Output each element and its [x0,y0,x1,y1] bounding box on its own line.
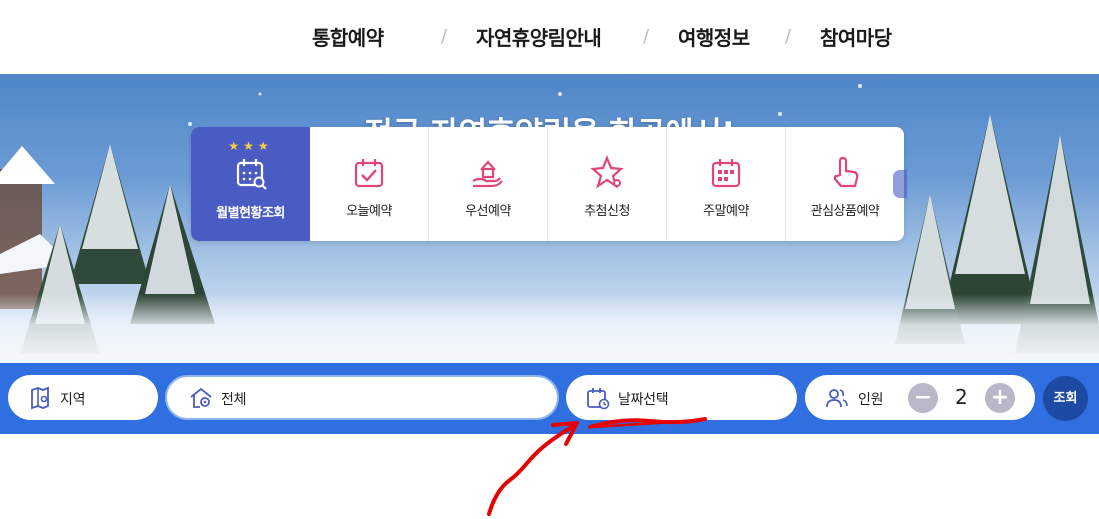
region-filter[interactable]: 지역 [8,375,158,420]
hand-house-icon [472,160,503,188]
menu-label: 주말예약 [703,204,749,219]
date-select[interactable]: 날짜선택 [566,375,797,420]
people-count: 2 [955,385,968,409]
search-submit-button[interactable]: 조회 [1043,376,1088,421]
nav-separator: / [785,26,792,47]
menu-next-arrow[interactable] [893,170,907,198]
decrease-people-button[interactable]: − [908,383,938,413]
map-icon [31,386,49,410]
people-selector: 인원 − 2 + [805,375,1035,420]
region-label: 지역 [60,392,86,408]
region-select[interactable]: 전체 [165,375,559,420]
calendar-check-icon [354,159,384,188]
quick-menu: ★★★ 월별현황조회 오늘예약 우선예약 추첨신청 주말예약 관심상품예약 [191,127,904,241]
menu-weekend-reservation[interactable]: 주말예약 [667,127,786,241]
nav-separator: / [441,26,448,47]
menu-label: 우선예약 [465,204,511,219]
nav-item-forest-info[interactable]: 자연휴양림안내 [476,22,602,51]
page: 통합예약 / 자연휴양림안내 / 여행정보 / 참여마당 ★★★ 월별현황조회 … [0,0,1099,519]
rating-stars: ★★★ [228,139,273,153]
menu-today-reservation[interactable]: 오늘예약 [310,127,429,241]
menu-label: 추첨신청 [584,204,630,219]
nav-item-participation[interactable]: 참여마당 [820,22,892,51]
menu-priority-reservation[interactable]: 우선예약 [429,127,548,241]
calendar-search-icon [236,159,267,190]
search-bar: 지역 전체 날짜선택 인원 − 2 + [0,363,1099,434]
home-location-icon [190,387,212,408]
region-value: 전체 [221,392,247,408]
menu-monthly-status[interactable]: ★★★ 월별현황조회 [191,127,310,241]
star-person-icon [590,155,624,189]
menu-label: 오늘예약 [346,204,392,219]
increase-people-button[interactable]: + [985,383,1015,413]
snow-ground [0,294,1099,364]
menu-favorite-reservation[interactable]: 관심상품예약 [786,127,904,241]
nav-item-travel-info[interactable]: 여행정보 [678,22,750,51]
calendar-clock-icon [587,388,610,410]
menu-label: 관심상품예약 [810,204,880,219]
people-label: 인원 [858,392,884,408]
menu-label: 월별현황조회 [216,206,285,221]
people-icon [826,389,848,408]
date-label: 날짜선택 [618,392,669,408]
calendar-grid-icon [711,159,741,188]
menu-lottery-application[interactable]: 추첨신청 [548,127,667,241]
nav-separator: / [643,26,650,47]
nav-item-integrated-reservation[interactable]: 통합예약 [312,22,384,51]
pointing-hand-icon [833,156,859,188]
top-navigation: 통합예약 / 자연휴양림안내 / 여행정보 / 참여마당 [0,0,1099,74]
